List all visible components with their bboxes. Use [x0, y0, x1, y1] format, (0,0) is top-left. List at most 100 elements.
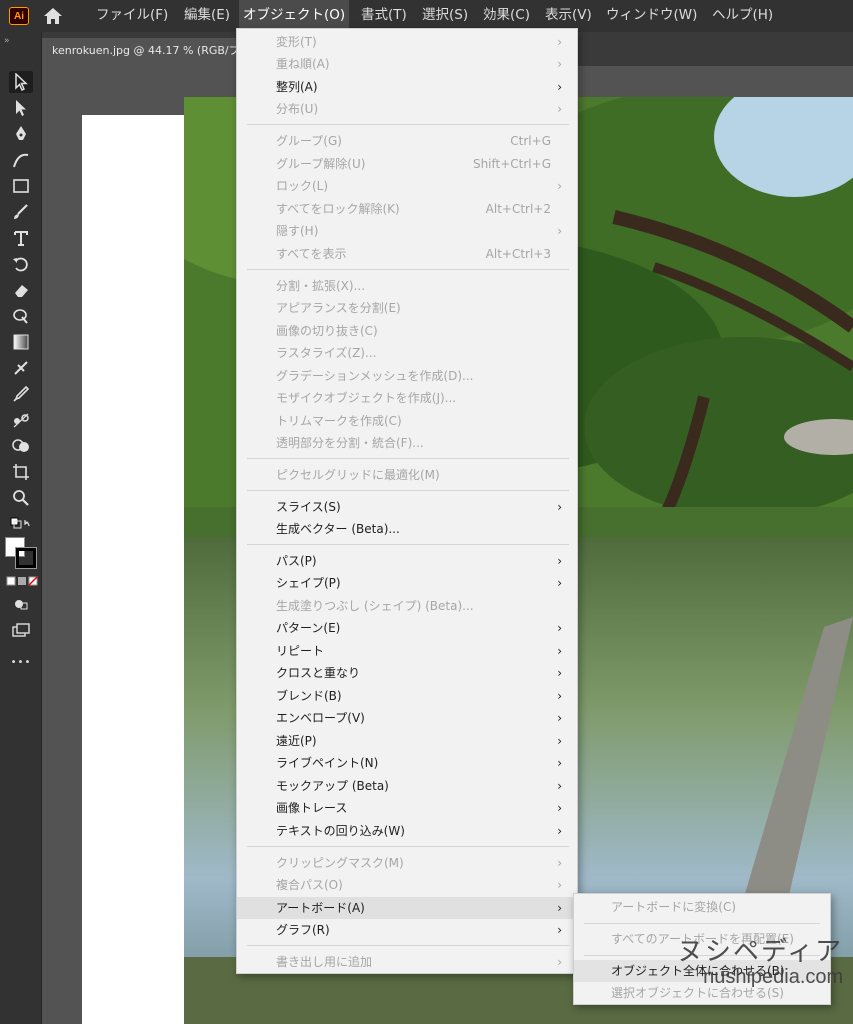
- color-mode-icons[interactable]: [6, 575, 38, 586]
- stroke-swatch[interactable]: [15, 547, 37, 569]
- chevron-right-icon: ›: [557, 711, 562, 725]
- menu-window[interactable]: ウィンドウ(W): [602, 0, 701, 32]
- screen-mode-icon[interactable]: [9, 619, 33, 641]
- chevron-right-icon: ›: [557, 756, 562, 770]
- menu-help[interactable]: ヘルプ(H): [708, 0, 777, 32]
- menu-item-export-add[interactable]: 書き出し用に追加 ›: [237, 951, 577, 973]
- menu-item-rasterize[interactable]: ラスタライズ(Z)...: [237, 342, 577, 364]
- menu-edit[interactable]: 編集(E): [180, 0, 234, 32]
- menu-item-text-wrap[interactable]: テキストの回り込み(W) ›: [237, 820, 577, 842]
- menu-item-perspective[interactable]: 遠近(P) ›: [237, 730, 577, 752]
- menu-item-blend[interactable]: ブレンド(B) ›: [237, 685, 577, 707]
- submenu-item-convert-to-artboards[interactable]: アートボードに変換(C): [574, 896, 830, 918]
- menu-item-expand-appearance[interactable]: アピアランスを分割(E): [237, 297, 577, 319]
- type-tool-icon[interactable]: [9, 227, 33, 249]
- chevron-right-icon: ›: [557, 80, 562, 94]
- menu-separator: [584, 923, 820, 924]
- chevron-right-icon: ›: [557, 224, 562, 238]
- menu-item-image-trace[interactable]: 画像トレース ›: [237, 797, 577, 819]
- rotate-tool-icon[interactable]: [9, 253, 33, 275]
- menu-item-trim-marks[interactable]: トリムマークを作成(C): [237, 410, 577, 432]
- object-menu: 変形(T) › 重ね順(A) › 整列(A) › 分布(U) › グループ(G) Ctrl…: [236, 28, 578, 974]
- menu-item-generative-vector[interactable]: 生成ベクター (Beta)...: [237, 518, 577, 540]
- menu-item-mockup[interactable]: モックアップ (Beta) ›: [237, 775, 577, 797]
- menu-item-arrange[interactable]: 重ね順(A) ›: [237, 53, 577, 75]
- menu-item-path[interactable]: パス(P) ›: [237, 550, 577, 572]
- chevron-right-icon: ›: [557, 801, 562, 815]
- chevron-right-icon: ›: [557, 824, 562, 838]
- menu-separator: [247, 945, 569, 946]
- illustrator-logo: Ai: [9, 7, 29, 25]
- mesh-tool-icon[interactable]: [9, 357, 33, 379]
- menu-item-lock[interactable]: ロック(L) ›: [237, 175, 577, 197]
- menu-item-envelope[interactable]: エンベロープ(V) ›: [237, 707, 577, 729]
- menu-item-unlock-all[interactable]: すべてをロック解除(K) Alt+Ctrl+2: [237, 198, 577, 220]
- menu-item-gradient-mesh[interactable]: グラデーションメッシュを作成(D)...: [237, 365, 577, 387]
- curvature-tool-icon[interactable]: [9, 149, 33, 171]
- chevron-right-icon: ›: [557, 923, 562, 937]
- document-tab[interactable]: kenrokuen.jpg @ 44.17 % (RGB/プ: [42, 38, 242, 66]
- chevron-right-icon: ›: [557, 500, 562, 514]
- warp-tool-icon[interactable]: [9, 305, 33, 327]
- draw-mode-icon[interactable]: [9, 593, 33, 615]
- chevron-right-icon: ›: [557, 901, 562, 915]
- chevron-right-icon: ›: [557, 102, 562, 116]
- menu-item-expand[interactable]: 分割・拡張(X)...: [237, 275, 577, 297]
- default-fill-stroke-icon[interactable]: [9, 513, 33, 535]
- home-icon[interactable]: [42, 6, 64, 26]
- menu-separator: [247, 458, 569, 459]
- menu-item-repeat[interactable]: リピート ›: [237, 640, 577, 662]
- menu-item-transform[interactable]: 変形(T) ›: [237, 31, 577, 53]
- artboard-tool-icon[interactable]: [9, 461, 33, 483]
- menu-file[interactable]: ファイル(F): [92, 0, 172, 32]
- chevron-right-icon: ›: [557, 576, 562, 590]
- chevron-right-icon: ›: [557, 955, 562, 969]
- menu-item-crop-image[interactable]: 画像の切り抜き(C): [237, 320, 577, 342]
- menu-item-distribute[interactable]: 分布(U) ›: [237, 98, 577, 120]
- menu-item-graph[interactable]: グラフ(R) ›: [237, 919, 577, 941]
- eraser-tool-icon[interactable]: [9, 279, 33, 301]
- menu-item-show-all[interactable]: すべてを表示 Alt+Ctrl+3: [237, 243, 577, 265]
- chevron-right-icon: ›: [557, 57, 562, 71]
- menu-item-group[interactable]: グループ(G) Ctrl+G: [237, 130, 577, 152]
- blend-tool-icon[interactable]: [9, 409, 33, 431]
- chevron-right-icon: ›: [557, 35, 562, 49]
- selection-tool-icon[interactable]: [9, 71, 33, 93]
- pen-tool-icon[interactable]: [9, 123, 33, 145]
- menu-separator: [247, 490, 569, 491]
- eyedropper-tool-icon[interactable]: [9, 383, 33, 405]
- menu-item-hide[interactable]: 隠す(H) ›: [237, 220, 577, 242]
- menu-item-clipping-mask[interactable]: クリッピングマスク(M) ›: [237, 852, 577, 874]
- collapse-panel-icon[interactable]: »: [4, 36, 10, 46]
- zoom-tool-icon[interactable]: [9, 487, 33, 509]
- menu-item-flatten-transparency[interactable]: 透明部分を分割・統合(F)...: [237, 432, 577, 454]
- menu-item-shape[interactable]: シェイプ(P) ›: [237, 572, 577, 594]
- menu-item-mosaic[interactable]: モザイクオブジェクトを作成(J)...: [237, 387, 577, 409]
- menu-item-align[interactable]: 整列(A) ›: [237, 76, 577, 98]
- menu-item-generative-shape-fill[interactable]: 生成塗りつぶし (シェイプ) (Beta)...: [237, 595, 577, 617]
- chevron-right-icon: ›: [557, 779, 562, 793]
- menu-item-ungroup[interactable]: グループ解除(U) Shift+Ctrl+G: [237, 153, 577, 175]
- menu-item-pixel-perfect[interactable]: ピクセルグリッドに最適化(M): [237, 464, 577, 486]
- watermark-line1: ヌシペディア: [677, 936, 844, 966]
- menu-item-slice[interactable]: スライス(S) ›: [237, 496, 577, 518]
- shape-builder-tool-icon[interactable]: [9, 435, 33, 457]
- chevron-right-icon: ›: [557, 644, 562, 658]
- menu-item-artboards[interactable]: アートボード(A) ›: [237, 897, 577, 919]
- menu-item-intertwine[interactable]: クロスと重なり ›: [237, 662, 577, 684]
- menu-separator: [247, 846, 569, 847]
- chevron-right-icon: ›: [557, 554, 562, 568]
- menu-item-compound-path[interactable]: 複合パス(O) ›: [237, 874, 577, 896]
- rectangle-tool-icon[interactable]: [9, 175, 33, 197]
- chevron-right-icon: ›: [557, 856, 562, 870]
- direct-selection-tool-icon[interactable]: [9, 97, 33, 119]
- gradient-tool-icon[interactable]: [9, 331, 33, 353]
- menu-item-live-paint[interactable]: ライブペイント(N) ›: [237, 752, 577, 774]
- more-tools-icon[interactable]: •••: [9, 651, 33, 673]
- chevron-right-icon: ›: [557, 621, 562, 635]
- paintbrush-tool-icon[interactable]: [9, 201, 33, 223]
- menu-item-pattern[interactable]: パターン(E) ›: [237, 617, 577, 639]
- chevron-right-icon: ›: [557, 878, 562, 892]
- menu-separator: [247, 544, 569, 545]
- watermark: ヌシペディア nushipedia.com: [677, 936, 843, 988]
